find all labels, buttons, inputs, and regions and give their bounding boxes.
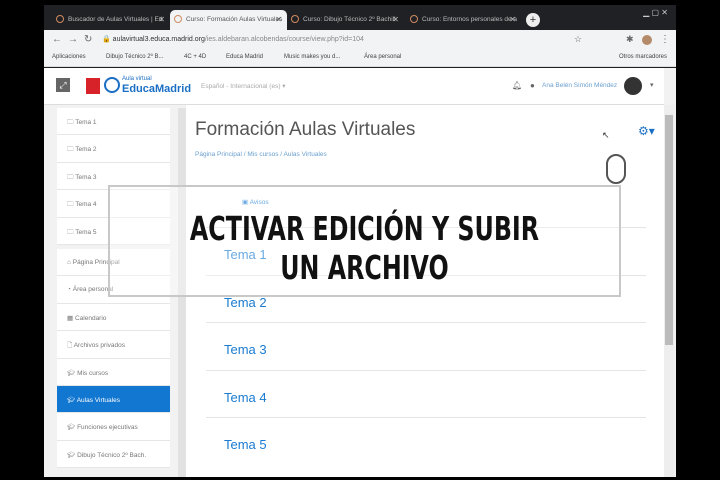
gear-icon[interactable]: ⚙▾ [638, 124, 655, 138]
close-tab-icon[interactable]: ✕ [392, 15, 399, 24]
back-icon[interactable]: ← [52, 34, 62, 45]
breadcrumb-home[interactable]: Página Principal [195, 151, 242, 158]
language-select[interactable]: Español - Internacional (es) ▾ [201, 82, 286, 90]
favicon-icon [56, 15, 64, 23]
breadcrumb-mycourses[interactable]: Mis cursos [247, 151, 278, 158]
extensions-icon[interactable]: ✱ [626, 34, 634, 45]
sidebar-item[interactable]: 🗀 Tema 2 [57, 135, 170, 163]
star-icon[interactable]: ☆ [574, 34, 582, 45]
section-link[interactable]: Tema 4 [224, 390, 267, 405]
calendar-icon: ▦ [67, 314, 74, 322]
menu-icon[interactable]: ⋮ [660, 34, 670, 45]
forward-icon[interactable]: → [68, 34, 78, 45]
logo-title[interactable]: EducaMadrid [122, 83, 191, 95]
folder-icon: 🗀 [67, 201, 74, 209]
breadcrumb-course[interactable]: Aulas Virtuales [284, 151, 327, 158]
sidebar-item[interactable]: ▦ Calendario [57, 303, 170, 332]
section-link[interactable]: Tema 3 [224, 342, 267, 357]
educamadrid-logo-icon [104, 77, 120, 93]
window-controls[interactable]: ▁ ▢ ✕ [643, 8, 668, 17]
close-tab-icon[interactable]: ✕ [509, 15, 516, 24]
section-link[interactable]: Tema 5 [224, 437, 267, 452]
breadcrumb: Página Principal / Mis cursos / Aulas Vi… [195, 151, 327, 158]
chevron-down-icon[interactable]: ▾ [650, 81, 654, 89]
file-icon: 🗋 [67, 342, 73, 350]
overlay-banner: ACTIVAR EDICIÓN Y SUBIR UN ARCHIVO [108, 185, 621, 297]
section-divider [206, 417, 646, 418]
folder-icon: 🗀 [67, 146, 74, 154]
close-tab-icon[interactable]: ✕ [158, 15, 165, 24]
overlay-title: ACTIVAR EDICIÓN Y SUBIR UN ARCHIVO [189, 209, 540, 287]
logo-subtitle: Aula virtual [122, 76, 152, 82]
tab-entornos[interactable]: Curso: Entornos personales de a ✕ [406, 10, 521, 30]
site-header: ⤢ Aula virtual EducaMadrid Español - Int… [44, 68, 664, 105]
close-tab-icon[interactable]: ✕ [275, 15, 282, 24]
folder-icon: 🗀 [67, 119, 74, 126]
bookmark-other[interactable]: Otros marcadores [619, 54, 667, 60]
folder-icon: 🗀 [67, 173, 74, 181]
graduation-cap-icon: 🎓︎ [67, 451, 76, 459]
bookmarks-bar: Aplicaciones Dibujo Técnico 2º B... 4C +… [44, 50, 676, 67]
graduation-cap-icon: 🎓︎ [67, 424, 76, 432]
tab-formacion[interactable]: Curso: Formación Aulas Virtuales ✕ [170, 10, 287, 30]
sidebar-item[interactable]: 🎓︎ Dibujo Técnico 2º Bach. [57, 440, 170, 469]
drawer-toggle-icon[interactable]: ⤢ [56, 78, 70, 92]
bookmark-dibujo[interactable]: Dibujo Técnico 2º B... [106, 54, 163, 60]
favicon-icon [174, 15, 182, 23]
dashboard-icon: ◔ [67, 286, 71, 294]
folder-icon: 🗀 [67, 228, 74, 236]
bookmark-music[interactable]: Music makes you d... [284, 54, 340, 60]
favicon-icon [410, 15, 418, 23]
sidebar-item[interactable]: 🎓︎ Mis cursos [57, 358, 170, 386]
sidebar-item[interactable]: 🎓︎ Aulas Virtuales [57, 385, 170, 414]
page-title: Formación Aulas Virtuales [195, 119, 416, 140]
madrid-flag-logo [86, 78, 100, 94]
graduation-cap-icon: 🎓︎ [67, 369, 76, 377]
page-scrollbar[interactable] [664, 105, 674, 477]
bookmark-area-personal[interactable]: Área personal [364, 54, 401, 60]
bell-icon[interactable]: 🔔︎ [512, 81, 522, 90]
address-bar: ← → ↻ 🔒 aulavirtual3.educa.madrid.org/ie… [44, 30, 676, 50]
graduation-cap-icon: 🎓︎ [67, 396, 76, 404]
reload-icon[interactable]: ↻ [84, 34, 92, 45]
tab-buscador[interactable]: Buscador de Aulas Virtuales | Ed ✕ [52, 10, 170, 30]
user-name[interactable]: Ana Belén Simón Méndez [542, 82, 617, 89]
bookmark-apps[interactable]: Aplicaciones [52, 54, 86, 60]
profile-icon[interactable] [642, 35, 652, 45]
cursor-icon: ↖ [602, 130, 610, 140]
bookmark-4c4d[interactable]: 4C + 4D [184, 54, 206, 60]
favicon-icon [291, 15, 299, 23]
new-tab-button[interactable]: + [526, 13, 540, 27]
bookmark-educamadrid[interactable]: Educa Madrid [226, 54, 263, 60]
section-divider [206, 322, 646, 323]
tab-strip: Buscador de Aulas Virtuales | Ed ✕ Curso:… [44, 8, 676, 30]
tab-dibujo[interactable]: Curso: Dibujo Técnico 2º Bachill ✕ [287, 10, 404, 30]
section-divider [206, 369, 646, 371]
sidebar-item[interactable]: 🗋 Archivos privados [57, 331, 170, 359]
url-input[interactable]: 🔒 aulavirtual3.educa.madrid.org/ies.alde… [102, 35, 364, 43]
avatar[interactable] [624, 77, 642, 95]
sidebar-item[interactable]: 🗀 Tema 1 [57, 108, 170, 136]
home-icon: ⌂ [67, 258, 71, 266]
mouse-icon [606, 154, 626, 184]
chat-icon[interactable]: ● [530, 81, 535, 90]
sidebar-item[interactable]: 🎓︎ Funciones ejecutivas [57, 413, 170, 441]
